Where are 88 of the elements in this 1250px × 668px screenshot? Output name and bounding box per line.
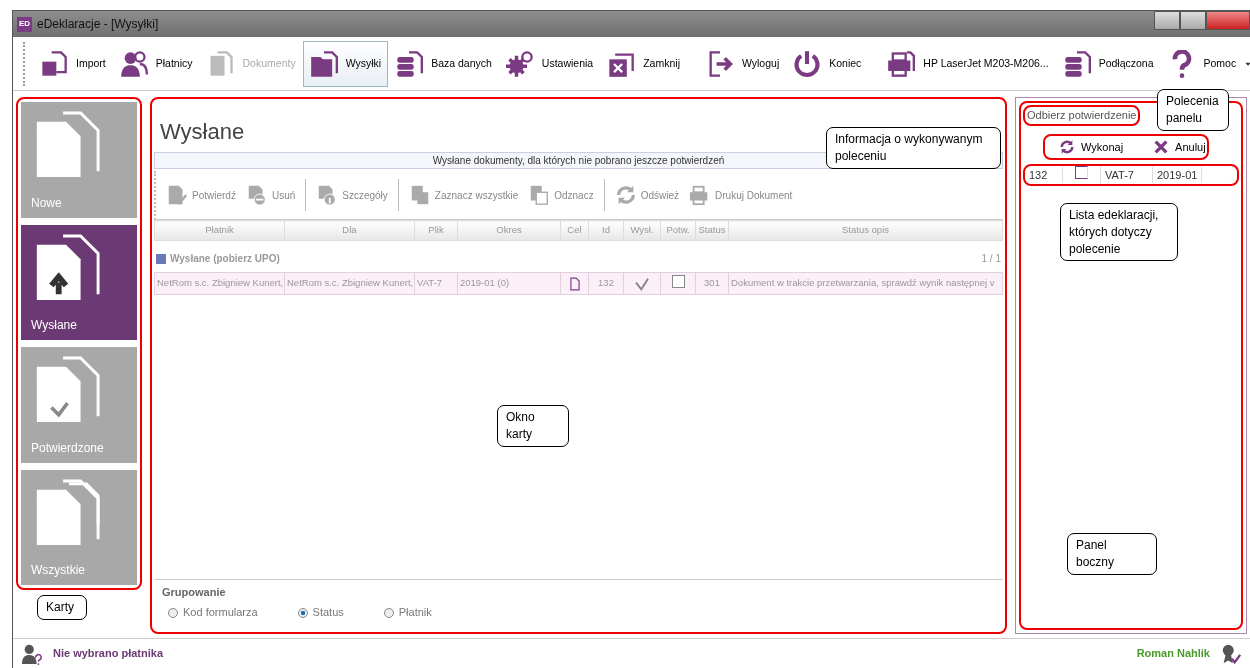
card-tab[interactable]: Wysłane xyxy=(21,224,137,340)
close-button[interactable] xyxy=(1206,11,1250,30)
column-header[interactable]: Płatnik xyxy=(154,220,285,241)
table-cell: Dokument w trakcie przetwarzania, sprawdź wynik następnej v xyxy=(728,272,1003,295)
column-header[interactable]: Status xyxy=(695,220,729,241)
panel-button[interactable]: Anuluj xyxy=(1153,138,1206,155)
panel-title: Odbierz potwierdzenie xyxy=(1023,105,1141,126)
cancel-icon xyxy=(1153,138,1170,155)
toolbar-button[interactable]: Pomoc xyxy=(1160,40,1250,87)
document-import-icon xyxy=(40,49,68,78)
list-cell: VAT-7 xyxy=(1101,166,1153,184)
card-tab[interactable]: Nowe xyxy=(21,102,137,218)
minimize-button[interactable] xyxy=(1154,11,1180,30)
column-header[interactable]: Dla xyxy=(284,220,415,241)
printer-icon xyxy=(887,49,916,78)
radio-label: Kod formularza xyxy=(183,605,258,621)
radio-button[interactable] xyxy=(297,607,308,618)
callout: Karty xyxy=(37,595,87,620)
toolbar-button[interactable]: Wyloguj xyxy=(698,40,787,87)
document-info-icon xyxy=(316,184,339,206)
callout: Informacja o wykonywanym poleceniu xyxy=(826,127,1001,169)
action-button[interactable]: Odznacz xyxy=(524,182,598,208)
radio-button[interactable] xyxy=(383,607,394,618)
radio-label: Płatnik xyxy=(398,605,432,621)
column-header[interactable]: Potw. xyxy=(660,220,696,241)
gear-icon xyxy=(505,49,534,78)
column-header[interactable]: Plik xyxy=(414,220,458,241)
column-header[interactable]: Id xyxy=(588,220,624,241)
power-icon xyxy=(793,49,822,78)
card-tab[interactable]: Potwierdzone xyxy=(21,347,137,463)
database-icon xyxy=(395,49,424,78)
card-title: Wysłane xyxy=(159,118,246,146)
callout: Okno karty xyxy=(497,405,569,447)
toolbar-button[interactable]: HP LaserJet M203-M206... xyxy=(880,40,1056,87)
table-cell: NetRom s.c. Zbigniew Kunert, xyxy=(284,272,415,295)
callout: Lista edeklaracji, których dotyczy polecenie xyxy=(1060,203,1178,262)
collapse-toggle[interactable] xyxy=(156,253,166,264)
document-icon xyxy=(567,275,582,292)
callout: Polecenia panelu xyxy=(1157,89,1229,131)
window-title: eDeklaracje - [Wysyłki] xyxy=(37,16,159,33)
checkbox[interactable] xyxy=(671,274,685,288)
group-label: Wysłane (pobierz UPO) xyxy=(170,252,280,266)
column-header[interactable]: Cel xyxy=(560,220,589,241)
action-button[interactable]: Odśwież xyxy=(610,182,684,208)
checkbox[interactable] xyxy=(1075,166,1088,180)
action-button[interactable]: Szczegóły xyxy=(312,182,392,208)
toolbar-button[interactable]: Zamknij xyxy=(600,40,687,87)
panel-button[interactable]: Wykonaj xyxy=(1059,138,1124,155)
toolbar-button[interactable]: Wysyłki xyxy=(302,40,389,87)
radio-label: Status xyxy=(312,605,344,621)
card-tab[interactable]: Wszystkie xyxy=(21,469,137,585)
toolbar-button[interactable]: Płatnicy xyxy=(112,40,200,87)
toolbar-button[interactable]: Ustawienia xyxy=(498,40,601,87)
user-unknown-icon xyxy=(21,642,43,665)
refresh-icon xyxy=(614,184,637,206)
list-cell: 132 xyxy=(1025,166,1063,184)
action-button[interactable]: Potwierdź xyxy=(162,182,240,208)
folder-icon xyxy=(309,49,338,78)
user-check-icon xyxy=(1220,642,1242,665)
grouping-label: Grupowanie xyxy=(162,584,227,600)
app-logo: ED xyxy=(17,16,32,32)
table-cell: VAT-7 xyxy=(414,272,458,295)
payer-status: Nie wybrano płatnika xyxy=(53,646,164,662)
column-header[interactable]: Okres xyxy=(457,220,561,241)
user-name: Roman Nahlik xyxy=(1136,646,1210,662)
database-icon xyxy=(1062,49,1091,78)
column-header[interactable]: Status opis xyxy=(728,220,1003,241)
toolbar-button[interactable]: Podłączona xyxy=(1055,40,1161,87)
toolbar-button[interactable]: Import xyxy=(33,40,113,87)
action-button[interactable]: Drukuj Dokument xyxy=(685,182,797,208)
column-header[interactable]: Wysł. xyxy=(623,220,661,241)
action-button[interactable]: Usuń xyxy=(241,182,300,208)
list-cell: 2019-01 xyxy=(1153,166,1203,184)
toolbar-button[interactable]: Baza danych xyxy=(388,40,499,87)
table-cell: NetRom s.c. Zbigniew Kunert, xyxy=(154,272,285,295)
refresh-icon xyxy=(1059,138,1075,155)
table-cell: 301 xyxy=(695,272,729,295)
deselect-icon xyxy=(528,184,551,206)
document-check-icon xyxy=(166,184,188,206)
callout: Panel boczny xyxy=(1067,533,1157,575)
group-count: 1 / 1 xyxy=(981,252,1001,266)
maximize-button[interactable] xyxy=(1180,11,1206,30)
toolbar-button[interactable]: Koniec xyxy=(786,40,869,87)
table-cell: 2019-01 (0) xyxy=(457,272,561,295)
action-button[interactable]: Zaznacz wszystkie xyxy=(404,182,523,208)
users-icon xyxy=(119,49,148,78)
radio-button[interactable] xyxy=(168,607,178,618)
table-cell: 132 xyxy=(588,272,624,295)
